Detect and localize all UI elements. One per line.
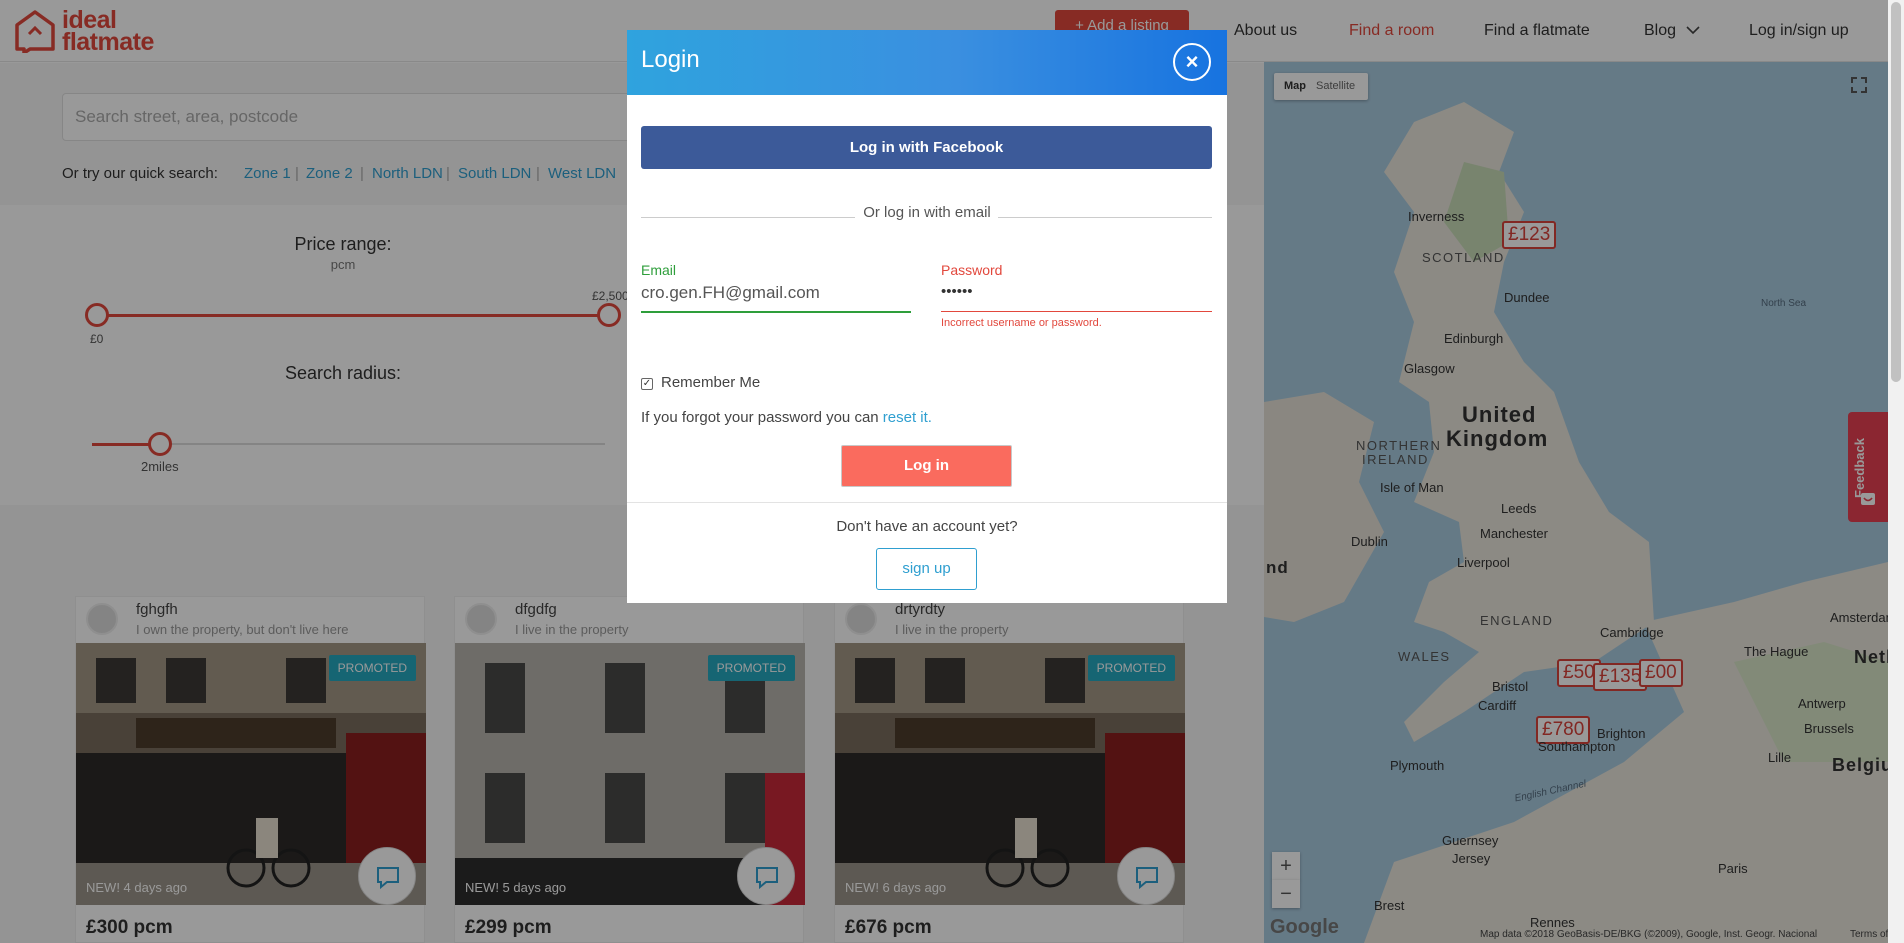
signup-button[interactable]: sign up	[876, 548, 977, 590]
reset-password-link[interactable]: reset it.	[883, 409, 932, 426]
close-icon: ×	[1185, 49, 1199, 74]
password-field[interactable]: ••••••	[941, 283, 973, 300]
password-field-underline	[941, 311, 1212, 312]
password-error: Incorrect username or password.	[941, 317, 1102, 329]
remember-me-checkbox[interactable]: ✓	[641, 378, 653, 390]
forgot-password-text: If you forgot your password you can rese…	[641, 409, 932, 426]
login-button[interactable]: Log in	[841, 445, 1012, 487]
no-account-text: Don't have an account yet?	[836, 518, 1018, 535]
or-login-email-text: Or log in with email	[863, 204, 991, 221]
modal-header	[627, 30, 1227, 95]
login-modal: Login × Log in with Facebook Or log in w…	[627, 30, 1227, 603]
scrollbar-thumb[interactable]	[1891, 2, 1901, 382]
modal-divider	[627, 502, 1227, 503]
email-field[interactable]: cro.gen.FH@gmail.com	[641, 283, 820, 303]
email-label: Email	[641, 262, 677, 278]
password-label: Password	[941, 262, 1003, 278]
modal-title: Login	[641, 46, 700, 73]
email-field-underline	[641, 311, 911, 313]
facebook-login-button[interactable]: Log in with Facebook	[641, 126, 1212, 169]
forgot-prefix: If you forgot your password you can	[641, 409, 883, 426]
remember-me-label[interactable]: Remember Me	[661, 374, 760, 391]
close-button[interactable]: ×	[1173, 43, 1211, 81]
